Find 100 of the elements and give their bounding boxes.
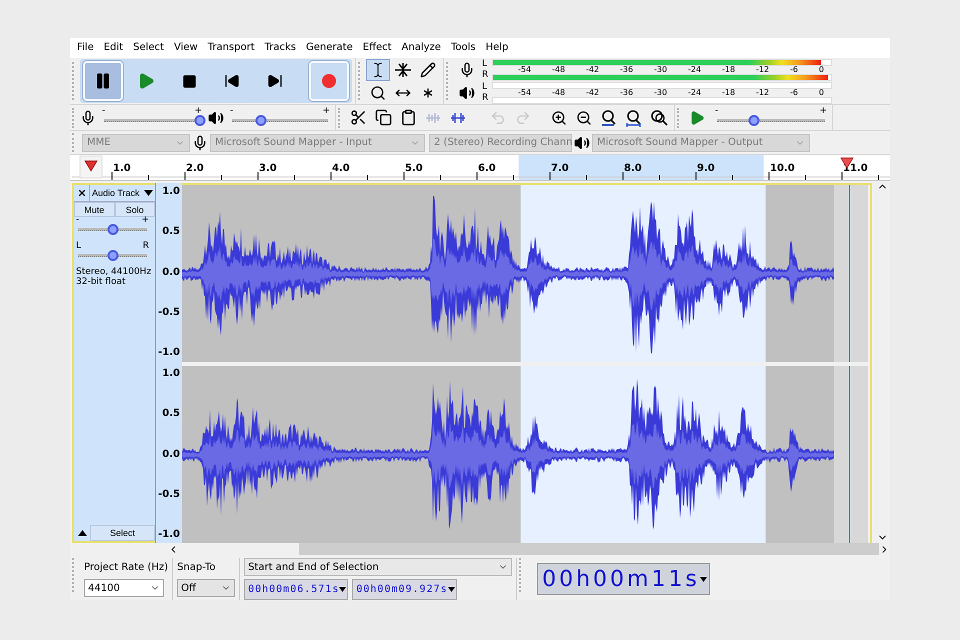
meter-tick-label: -6	[790, 88, 798, 97]
meter-tick-label: 0	[818, 66, 824, 74]
ruler-label: 7.0	[551, 163, 569, 174]
menu-item[interactable]: Select	[128, 42, 169, 54]
menu-item[interactable]: Analyze	[396, 42, 446, 54]
pan-slider[interactable]: L R	[74, 243, 151, 263]
scissors-icon	[350, 109, 366, 126]
meter-tick-label: -12	[756, 66, 770, 74]
meter-tick-label: -36	[620, 88, 634, 97]
silence-audio-icon	[449, 112, 467, 124]
track-format-info: Stereo, 44100Hz 32-bit float	[75, 266, 152, 289]
meter-tick-label: -48	[552, 88, 566, 97]
menu-item[interactable]: Effect	[358, 42, 397, 54]
recording-volume-slider[interactable]: - +	[100, 108, 204, 128]
dropdown-triangle-icon	[448, 587, 455, 592]
scale-label: -1.0	[158, 529, 180, 540]
menu-item[interactable]: File	[72, 42, 99, 54]
scale-label: 0.0	[162, 266, 180, 278]
triangle-up-icon	[78, 530, 86, 536]
meter-tick-label: -42	[586, 88, 600, 97]
fit-project-icon	[625, 108, 643, 127]
ruler-label: 5.0	[405, 163, 423, 174]
record-button[interactable]	[309, 61, 349, 102]
menu-item[interactable]: Tools	[446, 42, 481, 54]
zoom-toggle-icon	[650, 108, 668, 127]
snap-to-dropdown[interactable]: Off	[177, 579, 236, 597]
envelope-tool-icon	[394, 62, 412, 78]
channel-label: L	[482, 82, 488, 93]
play-icon	[137, 72, 155, 90]
menu-item[interactable]: Generate	[301, 42, 358, 54]
ruler-label: 6.0	[478, 163, 496, 174]
fit-selection-icon	[600, 108, 618, 127]
mute-button[interactable]: Mute	[74, 202, 114, 217]
pause-button[interactable]	[83, 61, 123, 102]
trim-audio-icon	[424, 112, 442, 124]
record-icon	[322, 74, 336, 88]
slider-thumb[interactable]	[255, 114, 266, 126]
playback-start-marker[interactable]	[80, 156, 102, 178]
project-rate-field[interactable]: 44100	[84, 579, 164, 597]
tool-button[interactable]	[366, 58, 390, 81]
selection-start-time[interactable]: 00h00m06.571s	[244, 579, 348, 600]
magnifier-icon	[370, 84, 386, 101]
ruler-label: 1.0	[113, 163, 131, 174]
scale-label: 0.5	[162, 226, 180, 238]
zoom-in-icon	[551, 110, 567, 126]
speaker-icon	[459, 84, 475, 101]
meter-tick-label: -30	[654, 88, 668, 97]
meter-tick-label: 0	[818, 88, 824, 97]
scale-label: -0.5	[158, 306, 180, 318]
scrollbar-thumb[interactable]	[299, 543, 880, 555]
ruler-label: 10.0	[770, 163, 795, 174]
menu-item[interactable]: Help	[480, 42, 514, 54]
selection-end-time[interactable]: 00h00m09.927s	[352, 579, 457, 600]
microphone-icon	[459, 62, 475, 78]
slider-thumb[interactable]	[107, 224, 118, 235]
audio-position-time[interactable]: 00h00m11s	[537, 563, 710, 595]
play-icon	[689, 110, 705, 126]
ruler-label: 2.0	[186, 163, 204, 174]
speaker-icon	[208, 110, 224, 126]
channel-label: R	[482, 92, 490, 104]
scale-label: 1.0	[162, 186, 180, 197]
selection-mode-dropdown[interactable]: Start and End of Selection	[244, 558, 512, 576]
slider-thumb[interactable]	[194, 114, 206, 126]
playback-volume-slider[interactable]: - +	[228, 108, 332, 128]
meter-tick-label: -54	[518, 88, 532, 97]
select-track-button[interactable]: Select	[90, 525, 155, 541]
scale-label: -1.0	[158, 347, 180, 358]
menu-item[interactable]: Transport	[202, 42, 260, 54]
zoom-out-icon	[576, 110, 592, 126]
redo-icon	[515, 110, 531, 126]
scale-label: 0.0	[162, 448, 180, 460]
meter-tick-label: -24	[688, 66, 702, 74]
speaker-icon	[574, 134, 590, 151]
meter-tick-label: -6	[790, 66, 798, 74]
slider-thumb[interactable]	[748, 114, 760, 126]
undo-icon	[490, 110, 506, 126]
clipboard-icon	[400, 109, 416, 126]
snap-to-label: Snap-To	[177, 560, 216, 574]
meter-tick-label: -30	[654, 66, 668, 74]
menu-item[interactable]: View	[168, 42, 203, 54]
gain-slider[interactable]: - +	[74, 217, 151, 237]
channel-label: R	[482, 70, 490, 81]
ruler-label: 9.0	[697, 163, 715, 174]
microphone-icon	[80, 110, 96, 126]
meter-tick-label: -48	[552, 66, 566, 74]
ruler-label: 8.0	[624, 163, 642, 174]
play-speed-slider[interactable]: - +	[713, 108, 829, 128]
dropdown-triangle-icon	[339, 587, 346, 592]
scale-label: 1.0	[162, 368, 180, 379]
stop-icon	[182, 74, 196, 89]
menu-item[interactable]: Edit	[98, 42, 128, 54]
slider-thumb[interactable]	[107, 250, 118, 261]
meter-tick-label: -36	[620, 66, 634, 74]
solo-button[interactable]: Solo	[114, 202, 155, 217]
meter-tick-label: -42	[586, 66, 600, 74]
menu-item[interactable]: Tracks	[260, 42, 302, 54]
ruler-label: 3.0	[259, 163, 277, 174]
meter-tick-label: -12	[756, 88, 770, 97]
scale-label: 0.5	[162, 408, 180, 420]
microphone-icon	[192, 134, 208, 151]
